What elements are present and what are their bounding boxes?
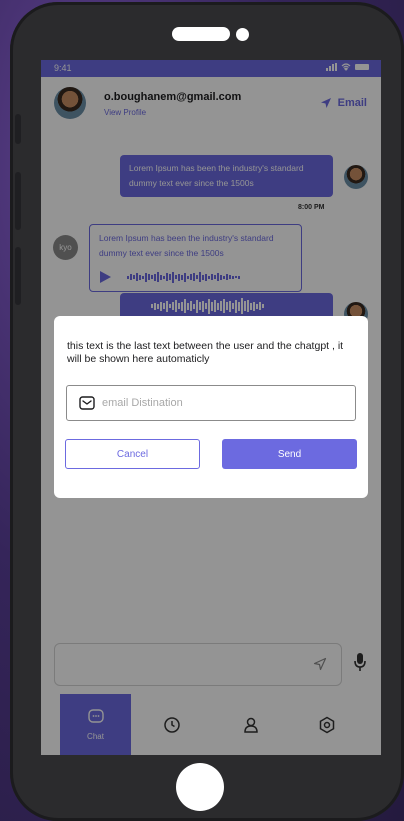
mail-icon — [79, 396, 95, 410]
phone-side-button — [15, 247, 21, 305]
email-input[interactable] — [102, 394, 342, 412]
home-button[interactable] — [176, 763, 224, 811]
phone-camera — [236, 28, 249, 41]
phone-side-button — [15, 114, 21, 144]
send-email-dialog: this text is the last text between the u… — [54, 316, 368, 498]
cancel-button[interactable]: Cancel — [65, 439, 200, 469]
phone-speaker — [172, 27, 230, 41]
dialog-message: this text is the last text between the u… — [67, 340, 344, 365]
email-field[interactable] — [66, 385, 356, 421]
send-button[interactable]: Send — [222, 439, 357, 469]
phone-side-button — [15, 172, 21, 230]
